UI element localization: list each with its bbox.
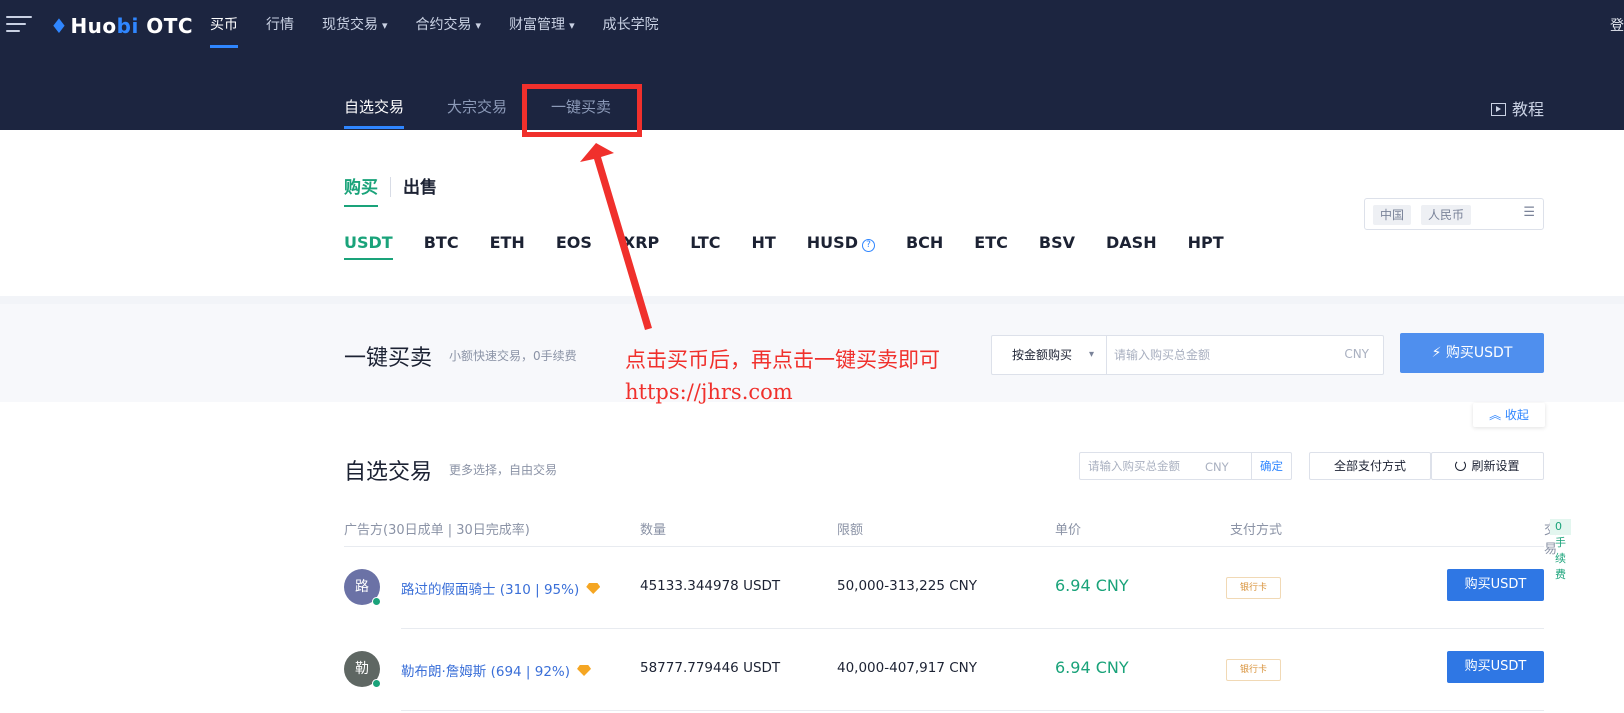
chevron-down-icon: ▾ <box>569 19 575 32</box>
fee-badge: 0 手续费 <box>1550 519 1571 581</box>
custom-trade-title: 自选交易 <box>344 460 433 485</box>
nav-spot-trading[interactable]: 现货交易 ▾ <box>322 0 388 50</box>
buy-tab[interactable]: 购买 <box>344 178 378 198</box>
refresh-icon <box>1455 460 1467 471</box>
merchant-link[interactable]: 路过的假面骑士 (310 | 95%) <box>401 578 601 598</box>
menu-icon[interactable] <box>6 16 32 34</box>
coin-tab-xrp[interactable]: XRP <box>623 233 659 252</box>
quantity-cell: 45133.344978 USDT <box>640 578 781 594</box>
diamond-badge-icon <box>586 583 601 594</box>
currency-unit: CNY <box>1344 347 1369 361</box>
col-price: 单价 <box>1055 523 1082 538</box>
main-nav: 买币 行情 现货交易 ▾ 合约交易 ▾ 财富管理 ▾ 成长学院 <box>210 0 687 50</box>
login-link[interactable]: 登 <box>1610 15 1624 35</box>
nav-buy-coin[interactable]: 买币 <box>210 0 238 50</box>
nav-wealth-management[interactable]: 财富管理 ▾ <box>509 0 575 50</box>
avatar[interactable]: 勒 <box>344 651 381 688</box>
avatar[interactable]: 路 <box>344 569 381 606</box>
buy-usdt-button[interactable]: 购买USDT <box>1447 569 1544 601</box>
chevron-down-icon: ▾ <box>475 19 482 32</box>
price-cell: 6.94 CNY <box>1055 658 1129 677</box>
nav-contract-trading[interactable]: 合约交易 ▾ <box>416 0 482 50</box>
highlight-box <box>522 84 642 137</box>
quick-buy-usdt-button[interactable]: ⚡ 购买USDT <box>1400 333 1544 373</box>
top-navbar: ♦ Huobi OTC 买币 行情 现货交易 ▾ 合约交易 ▾ 财富管理 ▾ 成长学院 … <box>0 0 1624 50</box>
row-divider <box>401 710 1544 711</box>
tab-custom-trade[interactable]: 自选交易 <box>344 96 405 129</box>
limit-cell: 40,000-407,917 CNY <box>837 660 977 676</box>
buy-sell-toggle: 购买 出售 <box>344 173 437 198</box>
huobi-otc-logo[interactable]: ♦ Huobi OTC <box>50 14 193 38</box>
coin-tab-bsv[interactable]: BSV <box>1039 233 1075 252</box>
col-merchant: 广告方(30日成单 | 30日完成率) <box>344 523 530 538</box>
flame-icon: ♦ <box>50 14 69 38</box>
custom-trade-subtitle: 更多选择，自由交易 <box>449 463 558 477</box>
sub-header: 自选交易 大宗交易 一键买卖 <box>0 50 1624 130</box>
coin-tab-ht[interactable]: HT <box>751 233 775 252</box>
coin-tab-ltc[interactable]: LTC <box>690 233 720 252</box>
play-icon <box>1490 103 1506 116</box>
bank-card-badge: 银行卡 <box>1226 577 1281 599</box>
currency-unit: CNY <box>1205 460 1229 474</box>
coin-tabs: USDT BTC ETH EOS XRP LTC HT HUSD? BCH ET… <box>344 233 1255 260</box>
tab-block-trade[interactable]: 大宗交易 <box>447 96 507 117</box>
nav-academy[interactable]: 成长学院 <box>603 0 659 50</box>
coin-tab-eth[interactable]: ETH <box>490 233 525 252</box>
help-icon[interactable]: ? <box>861 239 875 252</box>
quick-trade-form: 按金额购买▾ CNY <box>991 335 1384 375</box>
online-status-icon <box>372 597 381 606</box>
chevron-down-icon: ▾ <box>1088 349 1094 360</box>
coin-tab-eos[interactable]: EOS <box>556 233 592 252</box>
price-cell: 6.94 CNY <box>1055 576 1129 595</box>
coin-tab-bch[interactable]: BCH <box>906 233 943 252</box>
sell-tab[interactable]: 出售 <box>403 178 437 198</box>
coin-tab-hpt[interactable]: HPT <box>1188 233 1224 252</box>
online-status-icon <box>372 679 381 688</box>
chevron-up-icon: ︽ <box>1489 408 1502 422</box>
filter-search-icon[interactable]: ☰ <box>1523 205 1535 220</box>
coin-tab-dash[interactable]: DASH <box>1106 233 1157 252</box>
region-selector[interactable]: 中国 人民币 ☰ <box>1364 198 1544 230</box>
country-tag: 中国 <box>1373 205 1412 225</box>
chevron-down-icon: ▾ <box>382 19 388 32</box>
payment-method-filter[interactable]: 全部支付方式 <box>1309 452 1431 480</box>
quick-trade-title: 一键买卖 <box>344 346 433 371</box>
tutorial-link[interactable]: 教程 <box>1490 96 1544 120</box>
coin-tab-btc[interactable]: BTC <box>424 233 459 252</box>
refresh-settings-button[interactable]: 刷新设置 <box>1431 452 1544 480</box>
amount-filter-input[interactable] <box>1088 457 1203 475</box>
coin-tab-husd[interactable]: HUSD? <box>807 233 875 252</box>
lightning-icon: ⚡ <box>1431 345 1442 361</box>
quantity-cell: 58777.779446 USDT <box>640 660 781 676</box>
confirm-button[interactable]: 确定 <box>1251 453 1291 479</box>
diamond-badge-icon <box>577 665 592 676</box>
quick-trade-subtitle: 小额快速交易，0手续费 <box>449 349 577 363</box>
collapse-button[interactable]: ︽ 收起 <box>1473 403 1545 427</box>
col-quantity: 数量 <box>640 523 667 538</box>
nav-market[interactable]: 行情 <box>266 0 294 50</box>
merchant-link[interactable]: 勒布朗·詹姆斯 (694 | 92%) <box>401 660 592 680</box>
bank-card-badge: 银行卡 <box>1226 659 1281 681</box>
limit-cell: 50,000-313,225 CNY <box>837 578 977 594</box>
coin-tab-etc[interactable]: ETC <box>974 233 1008 252</box>
col-payment: 支付方式 <box>1230 523 1283 538</box>
annotation-text: 点击买币后，再点击一键买卖即可 https://jhrs.com <box>625 348 940 404</box>
table-header: 广告方(30日成单 | 30日完成率) 数量 限额 单价 支付方式 交易0 手续… <box>344 519 1571 581</box>
table-row: 路 路过的假面骑士 (310 | 95%) 45133.344978 USDT … <box>344 547 1544 629</box>
divider <box>390 177 391 197</box>
amount-filter: CNY 确定 <box>1079 452 1292 480</box>
currency-tag: 人民币 <box>1421 205 1472 225</box>
section-divider <box>0 296 1624 304</box>
coin-tab-usdt[interactable]: USDT <box>344 233 393 260</box>
quick-amount-input[interactable] <box>1114 344 1334 366</box>
purchase-mode-select[interactable]: 按金额购买 ▾ <box>992 336 1107 374</box>
table-row: 勒 勒布朗·詹姆斯 (694 | 92%) 58777.779446 USDT … <box>344 629 1544 711</box>
col-limit: 限额 <box>837 523 864 538</box>
buy-usdt-button[interactable]: 购买USDT <box>1447 651 1544 683</box>
